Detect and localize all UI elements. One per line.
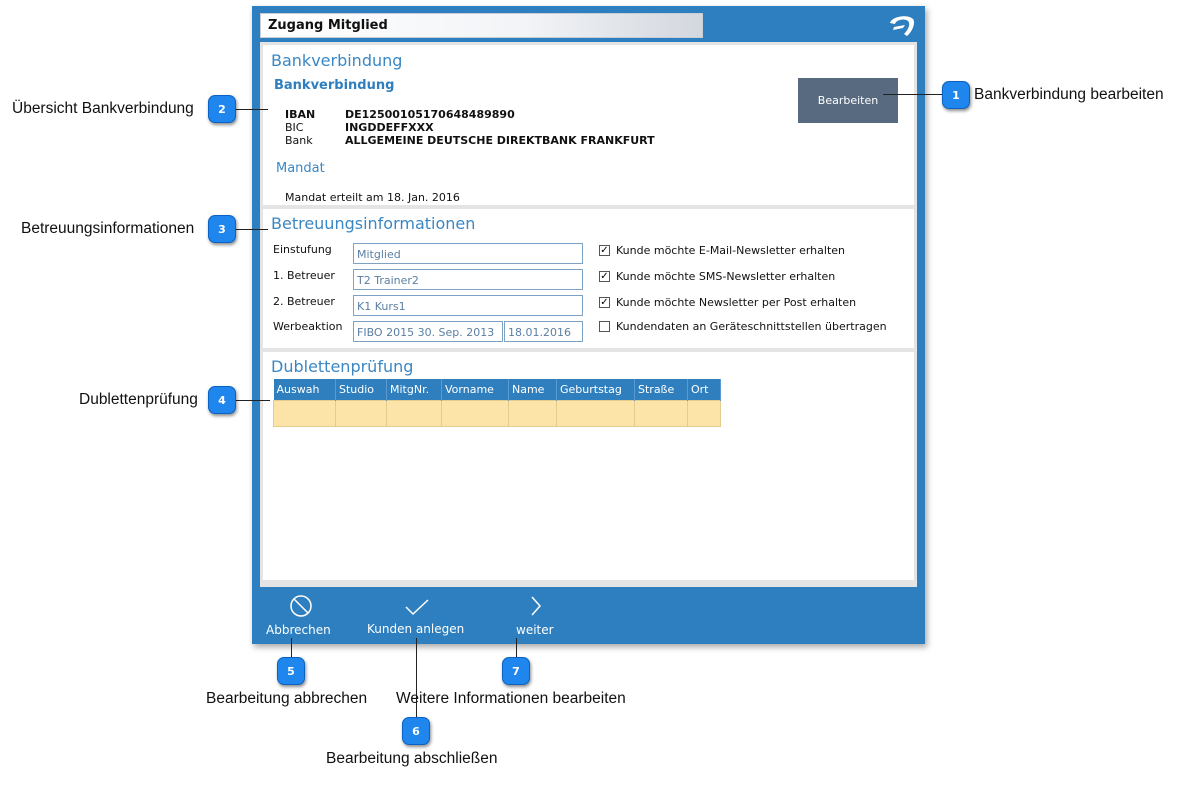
iban-value: DE12500105170648489890 [345,108,515,121]
table-cell [335,399,387,427]
table-cell [508,399,557,427]
edit-bank-button[interactable]: Bearbeiten [798,78,898,123]
duplicate-panel: Dublettenprüfung Auswah Studio MitgNr. V… [263,352,914,580]
callout-text-1: Bankverbindung bearbeiten [974,86,1164,103]
member-access-window: Zugang Mitglied Bankverbindung Bankverbi… [252,6,925,644]
bank-panel: Bankverbindung Bankverbindung IBAN DE125… [263,45,914,205]
cancel-label: Abbrechen [266,623,331,637]
callout-1-line [883,94,943,95]
einstufung-label: Einstufung [273,243,332,256]
einstufung-field[interactable]: Mitglied [353,243,583,264]
mandat-text: Mandat erteilt am 18. Jan. 2016 [285,191,460,204]
callout-7-line [516,638,517,658]
window-title: Zugang Mitglied [268,18,388,33]
col-strasse[interactable]: Straße [634,379,688,400]
bank-label: Bank [285,134,313,147]
col-ort[interactable]: Ort [687,379,721,400]
bank-subtitle: Bankverbindung [274,78,395,93]
bic-value: INGDDEFFXXX [345,121,434,134]
table-cell [441,399,509,427]
callout-text-2: Übersicht Bankverbindung [12,100,194,117]
device-interface-label: Kundendaten an Geräteschnittstellen über… [616,320,887,333]
next-button[interactable]: weiter [512,592,562,642]
chevron-right-icon [531,596,542,616]
werbeaktion-date-field[interactable]: 18.01.2016 [504,321,583,342]
callout-text-6: Bearbeitung abschließen [326,750,498,767]
mandat-title: Mandat [276,161,325,176]
email-newsletter-checkbox[interactable]: ✓ [599,245,610,256]
betreuer2-label: 2. Betreuer [273,295,335,308]
sms-newsletter-label: Kunde möchte SMS-Newsletter erhalten [616,270,836,283]
callout-text-4: Dublettenprüfung [79,391,198,408]
col-auswahl[interactable]: Auswah [273,379,336,400]
table-cell [556,399,635,427]
bank-panel-title: Bankverbindung [271,51,403,70]
callout-badge-7: 7 [502,657,530,685]
table-row[interactable] [273,399,721,427]
title-bar: Zugang Mitglied [260,13,703,38]
checkmark-icon [405,599,429,616]
content-area: Bankverbindung Bankverbindung IBAN DE125… [260,42,917,587]
callout-4-line [236,400,270,401]
callout-text-3: Betreuungsinformationen [21,220,195,237]
bank-value: ALLGEMEINE DEUTSCHE DIREKTBANK FRANKFURT [345,134,655,147]
sms-newsletter-checkbox[interactable]: ✓ [599,271,610,282]
callout-badge-3: 3 [208,215,236,243]
app-logo-icon [890,16,915,36]
cancel-icon [290,595,312,617]
post-newsletter-label: Kunde möchte Newsletter per Post erhalte… [616,296,857,309]
iban-label: IBAN [285,108,316,121]
werbeaktion-field[interactable]: FIBO 2015 30. Sep. 2013 [353,321,503,342]
callout-text-7: Weitere Informationen bearbeiten [396,690,626,707]
col-studio[interactable]: Studio [335,379,387,400]
callout-badge-2: 2 [208,95,236,123]
duplicate-table: Auswah Studio MitgNr. Vorname Name Gebur… [273,379,721,427]
callout-badge-4: 4 [208,386,236,414]
care-panel-title: Betreuungsinformationen [271,214,476,233]
post-newsletter-checkbox[interactable]: ✓ [599,297,610,308]
callout-badge-1: 1 [942,81,970,109]
callout-2-line [236,109,268,110]
callout-text-5: Bearbeitung abbrechen [206,690,368,707]
col-vorname[interactable]: Vorname [441,379,509,400]
table-cell [273,399,336,427]
betreuer1-field[interactable]: T2 Trainer2 [353,269,583,290]
care-panel: Betreuungsinformationen Einstufung Mitgl… [263,209,914,348]
werbeaktion-label: Werbeaktion [273,320,343,333]
email-newsletter-label: Kunde möchte E-Mail-Newsletter erhalten [616,244,846,257]
table-cell [634,399,688,427]
betreuer2-field[interactable]: K1 Kurs1 [353,295,583,316]
callout-badge-5: 5 [277,657,305,685]
betreuer1-label: 1. Betreuer [273,269,335,282]
cancel-button[interactable]: Abbrechen [260,592,340,642]
callout-5-line [291,638,292,658]
col-name[interactable]: Name [508,379,557,400]
next-label: weiter [516,623,554,637]
device-interface-checkbox[interactable] [599,321,610,332]
table-cell [386,399,442,427]
table-cell [687,399,721,427]
callout-3-line [236,229,268,230]
create-customer-button[interactable]: Kunden anlegen [362,592,477,642]
col-geburtstag[interactable]: Geburtstag [556,379,635,400]
callout-badge-6: 6 [402,717,430,745]
duplicate-panel-title: Dublettenprüfung [271,357,414,376]
table-header-row: Auswah Studio MitgNr. Vorname Name Gebur… [273,379,721,400]
bic-label: BIC [285,121,304,134]
col-mitgnr[interactable]: MitgNr. [386,379,442,400]
create-customer-label: Kunden anlegen [367,622,465,636]
